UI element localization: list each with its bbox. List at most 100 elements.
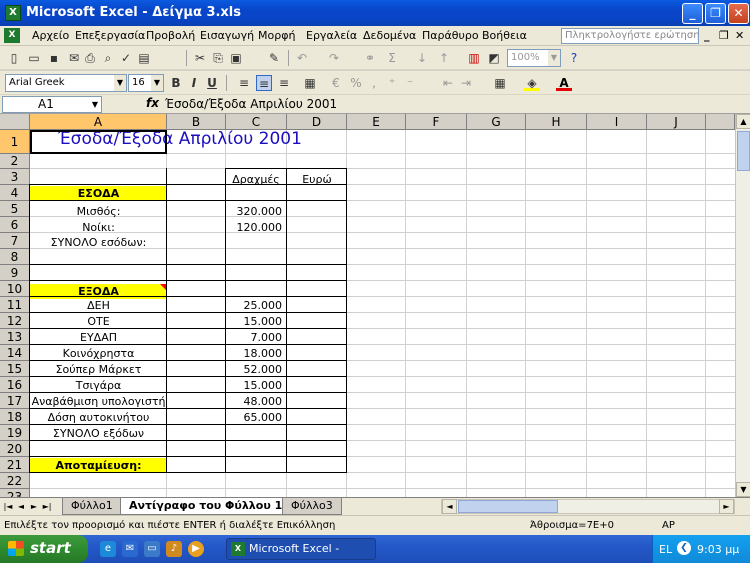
column-header-c[interactable]: C xyxy=(226,114,287,130)
expense-label-6[interactable]: Αναβάθμιση υπολογιστή xyxy=(30,394,167,409)
sheet-title[interactable]: Έσοδα/Έξοδα Απριλίου 2001 xyxy=(58,131,302,148)
media-icon[interactable]: ♪ xyxy=(166,541,182,557)
menu-view[interactable]: Προβολή xyxy=(146,29,195,42)
borders-icon[interactable]: ▦ xyxy=(492,75,508,91)
ie-icon[interactable]: e xyxy=(100,541,116,557)
chart-wizard-icon[interactable]: ▥ xyxy=(466,50,482,66)
row-header-13[interactable]: 13 xyxy=(0,329,30,345)
increase-indent-icon[interactable]: ⇥ xyxy=(458,75,474,91)
income-total-label[interactable]: ΣΥΝΟΛΟ εσόδων: xyxy=(30,235,167,250)
expense-label-2[interactable]: ΕΥΔΑΠ xyxy=(30,330,167,345)
player-icon[interactable]: ▶ xyxy=(188,541,204,557)
merge-center-icon[interactable]: ▦ xyxy=(302,75,318,91)
email-icon[interactable]: ✉ xyxy=(122,541,138,557)
worksheet-grid[interactable]: ABCDEFGHIJ 1 2 3 4 5 6 7 8 9 10 11 12 13 14 15 16 17 18 19… xyxy=(0,114,735,497)
restore-button[interactable]: ❐ xyxy=(705,3,726,24)
expense-label-7[interactable]: Δόση αυτοκινήτου xyxy=(30,410,167,425)
decrease-indent-icon[interactable]: ⇤ xyxy=(440,75,456,91)
row-header-7[interactable]: 7 xyxy=(0,233,30,249)
column-header-a[interactable]: A xyxy=(30,114,167,130)
scroll-up-icon[interactable]: ▲ xyxy=(736,114,750,129)
row-header-19[interactable]: 19 xyxy=(0,425,30,441)
column-header-i[interactable]: I xyxy=(587,114,647,130)
close-button[interactable]: ✕ xyxy=(728,3,749,24)
print-preview-icon[interactable]: ⌕ xyxy=(100,50,116,66)
column-header-d[interactable]: D xyxy=(287,114,347,130)
row-header-17[interactable]: 17 xyxy=(0,393,30,409)
column-header-h[interactable]: H xyxy=(526,114,587,130)
row-header-5[interactable]: 5 xyxy=(0,201,30,217)
redo-icon[interactable]: ↷ xyxy=(326,50,342,66)
permission-icon[interactable]: ✉ xyxy=(66,50,82,66)
font-select[interactable]: Arial Greek ▼ xyxy=(5,74,127,92)
vertical-scrollbar[interactable]: ▲ ▼ xyxy=(735,114,750,497)
row-header-4[interactable]: 4 xyxy=(0,185,30,201)
column-header-j[interactable]: J xyxy=(647,114,706,130)
row-header-8[interactable]: 8 xyxy=(0,249,30,265)
row-header-18[interactable]: 18 xyxy=(0,409,30,425)
taskbar-excel-item[interactable]: X Microsoft Excel - Δείγ... xyxy=(226,538,376,563)
fill-color-icon[interactable]: ◈ xyxy=(524,75,540,91)
first-sheet-icon[interactable]: |◄ xyxy=(2,500,14,513)
expense-label-3[interactable]: Κοινόχρηστα xyxy=(30,346,167,361)
font-color-icon[interactable]: A xyxy=(556,75,572,91)
help-icon[interactable]: ? xyxy=(566,50,582,66)
sort-desc-icon[interactable]: ↑ xyxy=(436,50,452,66)
align-center-icon[interactable]: ≡ xyxy=(256,75,272,91)
expense-value-7[interactable]: 65.000 xyxy=(226,410,283,425)
menu-tools[interactable]: Εργαλεία xyxy=(306,29,357,42)
next-sheet-icon[interactable]: ► xyxy=(28,500,40,513)
increase-decimal-icon[interactable]: ⁺ xyxy=(384,75,400,91)
vertical-scroll-thumb[interactable] xyxy=(737,131,750,171)
row-header-22[interactable]: 22 xyxy=(0,473,30,489)
menu-help[interactable]: Βοήθεια xyxy=(482,29,527,42)
select-all-corner[interactable] xyxy=(0,114,30,130)
sort-asc-icon[interactable]: ↓ xyxy=(414,50,430,66)
row-header-6[interactable]: 6 xyxy=(0,217,30,233)
underline-icon[interactable]: U xyxy=(204,75,220,91)
expense-label-5[interactable]: Τσιγάρα xyxy=(30,378,167,393)
expense-label-4[interactable]: Σούπερ Μάρκετ xyxy=(30,362,167,377)
scroll-right-icon[interactable]: ► xyxy=(719,499,734,514)
expense-value-4[interactable]: 52.000 xyxy=(226,362,283,377)
tray-arrow-icon[interactable]: ❮ xyxy=(677,541,691,555)
save-icon[interactable]: ▪ xyxy=(46,50,62,66)
expense-total-label[interactable]: ΣΥΝΟΛΟ εξόδων xyxy=(30,426,167,441)
research-icon[interactable]: ▤ xyxy=(136,50,152,66)
row-header-23[interactable]: 23 xyxy=(0,489,30,497)
savings-label[interactable]: Αποταμίευση: xyxy=(30,458,167,473)
expense-value-0[interactable]: 25.000 xyxy=(226,298,283,313)
last-sheet-icon[interactable]: ►| xyxy=(41,500,53,513)
align-left-icon[interactable]: ≡ xyxy=(236,75,252,91)
income-value-0[interactable]: 320.000 xyxy=(226,204,283,219)
align-right-icon[interactable]: ≡ xyxy=(276,75,292,91)
expense-value-3[interactable]: 18.000 xyxy=(226,346,283,361)
minimize-button[interactable]: _ xyxy=(682,3,703,24)
language-indicator[interactable]: EL xyxy=(659,543,672,556)
menu-edit[interactable]: Επεξεργασία xyxy=(75,29,145,42)
menu-insert[interactable]: Εισαγωγή xyxy=(200,29,254,42)
drawing-icon[interactable]: ◩ xyxy=(486,50,502,66)
new-icon[interactable]: ▯ xyxy=(6,50,22,66)
menu-data[interactable]: Δεδομένα xyxy=(363,29,416,42)
row-header-9[interactable]: 9 xyxy=(0,265,30,281)
menu-format[interactable]: Μορφή xyxy=(258,29,295,42)
row-header-3[interactable]: 3 xyxy=(0,169,30,185)
horizontal-scrollbar[interactable]: ◄ ► xyxy=(441,499,735,514)
bold-icon[interactable]: B xyxy=(168,75,184,91)
row-header-20[interactable]: 20 xyxy=(0,441,30,457)
column-header-e[interactable]: E xyxy=(347,114,406,130)
doc-restore-icon[interactable]: ❐ xyxy=(719,29,729,42)
column-header-g[interactable]: G xyxy=(467,114,526,130)
row-header-11[interactable]: 11 xyxy=(0,297,30,313)
excel-app-icon[interactable]: X xyxy=(5,5,21,21)
copy-icon[interactable]: ⎘ xyxy=(210,50,226,66)
expense-label-1[interactable]: ΟΤΕ xyxy=(30,314,167,329)
income-label-0[interactable]: Μισθός: xyxy=(30,204,167,219)
start-button[interactable]: start xyxy=(0,535,88,563)
tab-sheet3[interactable]: Φύλλο3 xyxy=(282,498,342,515)
menu-window[interactable]: Παράθυρο xyxy=(422,29,479,42)
row-header-21[interactable]: 21 xyxy=(0,457,30,473)
tab-sheet1-copy[interactable]: Αντίγραφο του Φύλλου 1 xyxy=(120,498,292,515)
tab-sheet1[interactable]: Φύλλο1 xyxy=(62,498,122,515)
